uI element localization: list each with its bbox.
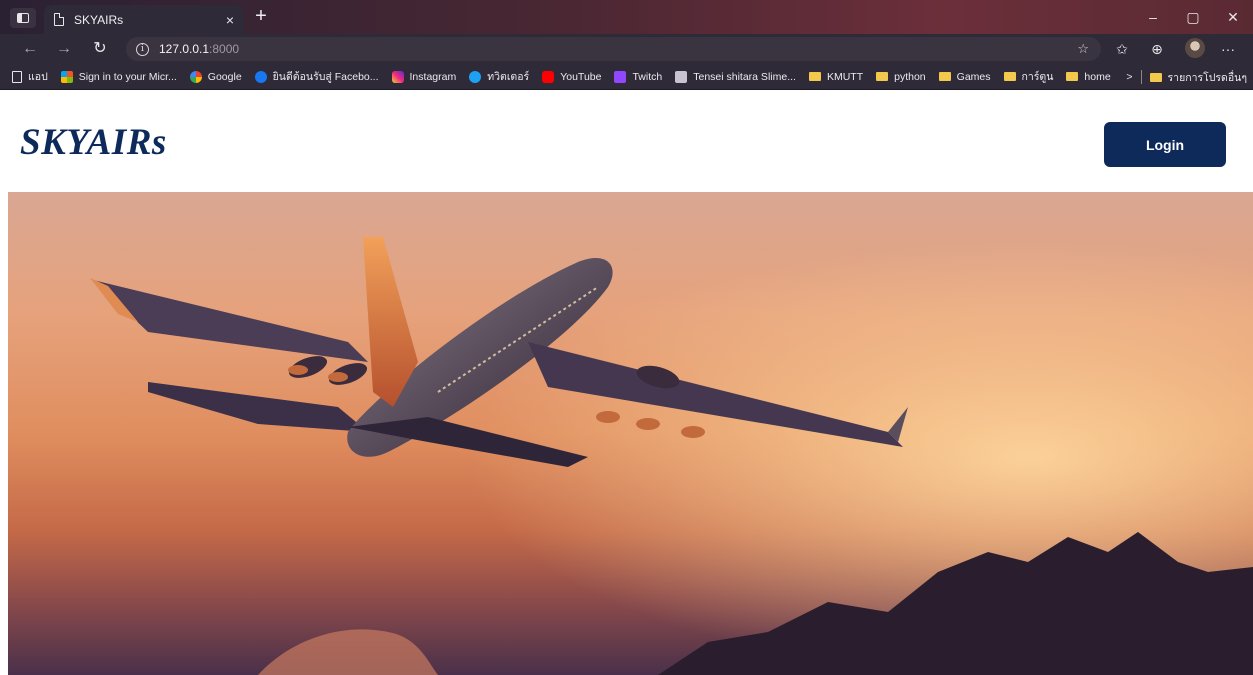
page-icon <box>54 13 64 26</box>
browser-toolbar: ← → ↻ i 127.0.0.1:8000 ☆ ✩ ⊕ ··· <box>0 34 1253 64</box>
folder-icon <box>1066 72 1079 81</box>
close-window-button[interactable]: ✕ <box>1213 0 1253 34</box>
other-favorites-folder[interactable]: รายการโปรดอื่นๆ <box>1149 69 1247 86</box>
page-icon <box>12 70 22 83</box>
folder-icon <box>1003 72 1016 81</box>
bookmark-label: home <box>1084 70 1111 83</box>
address-bar[interactable]: i 127.0.0.1:8000 ☆ <box>126 37 1101 61</box>
folder-icon <box>1149 72 1162 82</box>
bookmark-label: Sign in to your Micr... <box>78 70 177 83</box>
google-icon <box>189 70 202 83</box>
favorites-icon[interactable]: ✩ <box>1110 38 1134 60</box>
bookmark-label: Google <box>207 70 242 83</box>
instagram-icon <box>391 70 404 83</box>
folder-icon <box>876 72 889 81</box>
collections-icon[interactable]: ⊕ <box>1145 38 1169 60</box>
bookmark-facebook[interactable]: ยินดีต้อนรับสู่ Facebo... <box>254 68 379 85</box>
bookmark-label: YouTube <box>560 70 602 83</box>
microsoft-icon <box>60 70 73 83</box>
divider <box>1140 70 1142 84</box>
refresh-icon[interactable]: ↻ <box>88 38 112 60</box>
bookmark-twitter[interactable]: ทวิตเตอร์ <box>469 68 529 85</box>
bookmark-folder[interactable]: python <box>876 71 926 83</box>
bookmark-folder[interactable]: KMUTT <box>808 70 864 83</box>
site-header: SKYAIRs Login <box>0 91 1253 192</box>
airplane-sunset-illustration <box>8 192 1253 675</box>
bookmark-label: python <box>894 70 926 83</box>
bookmark-label: Games <box>956 70 991 83</box>
info-icon[interactable]: i <box>136 42 149 56</box>
bookmark-label: แอป <box>28 71 48 83</box>
profile-icon[interactable] <box>1185 38 1205 58</box>
twitch-icon <box>614 70 627 83</box>
bookmark-twitch[interactable]: Twitch <box>614 70 663 83</box>
bookmarks-overflow-button[interactable]: > <box>1126 71 1132 83</box>
bookmark-folder[interactable]: home <box>1066 70 1111 83</box>
tab-skyairs[interactable]: SKYAIRs × <box>44 5 244 34</box>
site-logo[interactable]: SKYAIRs <box>20 121 167 164</box>
bookmark-microsoft[interactable]: Sign in to your Micr... <box>60 70 177 83</box>
more-menu-button[interactable]: ··· <box>1216 38 1240 60</box>
bookmark-label: Twitch <box>632 70 663 83</box>
bookmark-label: การ์ตูน <box>1021 71 1054 83</box>
facebook-icon <box>254 70 267 83</box>
youtube-icon <box>542 70 555 83</box>
back-icon[interactable]: ← <box>18 38 42 60</box>
bookmark-label: Tensei shitara Slime... <box>693 70 796 83</box>
address-port: :8000 <box>209 42 240 56</box>
address-host: 127.0.0.1 <box>159 42 210 56</box>
bookmarks-bar: แอป Sign in to your Micr... Google ยินดีต้อ… <box>0 64 1253 90</box>
bookmark-label: Instagram <box>409 70 457 83</box>
window-controls: – ▢ ✕ <box>1133 0 1253 34</box>
folder-icon <box>938 72 951 81</box>
anime-icon <box>675 70 688 83</box>
bookmark-folder[interactable]: Games <box>938 70 991 83</box>
hero-image <box>8 192 1253 675</box>
close-tab-icon[interactable]: × <box>226 12 234 28</box>
bookmark-google[interactable]: Google <box>189 70 242 83</box>
folder-icon <box>808 72 821 81</box>
bookmarks-overflow: > รายการโปรดอื่นๆ <box>1126 64 1253 90</box>
bookmark-label: ทวิตเตอร์ <box>487 71 530 83</box>
twitter-icon <box>469 70 482 83</box>
other-favorites-label: รายการโปรดอื่นๆ <box>1167 71 1247 84</box>
new-tab-button[interactable]: + <box>250 6 272 28</box>
minimize-button[interactable]: – <box>1133 0 1173 34</box>
browser-titlebar: SKYAIRs × + – ▢ ✕ <box>0 0 1253 34</box>
bookmark-folder[interactable]: การ์ตูน <box>1003 68 1054 85</box>
maximize-button[interactable]: ▢ <box>1173 0 1213 34</box>
bookmark-youtube[interactable]: YouTube <box>542 70 602 83</box>
bookmark-label: KMUTT <box>826 70 864 83</box>
forward-icon[interactable]: → <box>52 38 76 60</box>
bookmark-page[interactable]: แอป <box>12 68 48 85</box>
bookmark-instagram[interactable]: Instagram <box>391 70 457 83</box>
add-favorite-icon[interactable]: ☆ <box>1077 41 1089 57</box>
bookmark-label: ยินดีต้อนรับสู่ Facebo... <box>272 71 379 83</box>
tab-title: SKYAIRs <box>74 12 124 27</box>
login-button[interactable]: Login <box>1104 122 1226 167</box>
bookmark-anime[interactable]: Tensei shitara Slime... <box>675 70 796 83</box>
sidebar-toggle-icon[interactable] <box>10 8 36 28</box>
